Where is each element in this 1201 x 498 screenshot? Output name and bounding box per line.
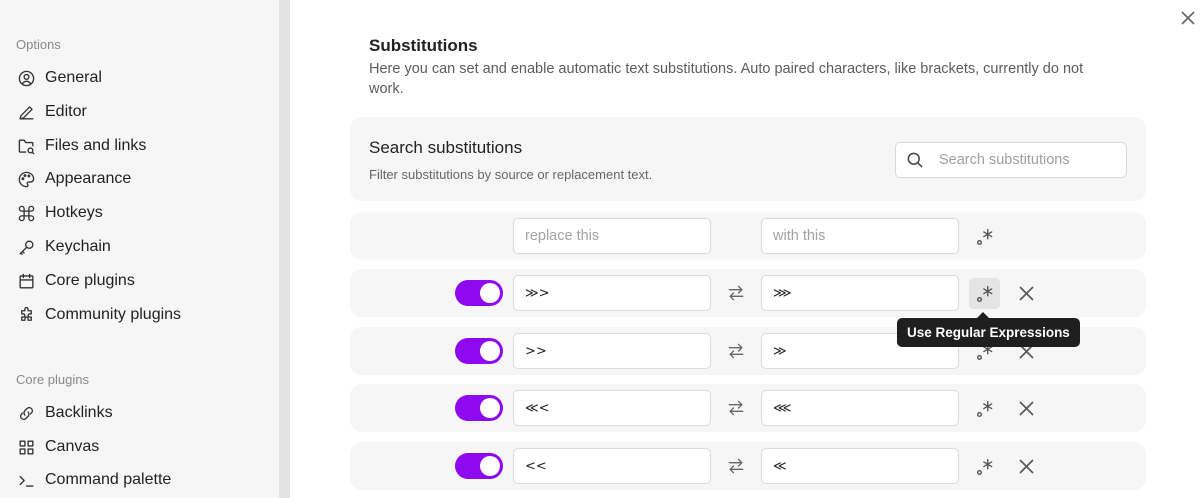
search-icon [905, 149, 927, 171]
enable-toggle[interactable] [455, 453, 503, 479]
sidebar-item-keychain[interactable]: Keychain [16, 233, 266, 261]
source-field[interactable] [513, 390, 711, 426]
sidebar-item-backlinks[interactable]: Backlinks [16, 399, 266, 427]
search-card: Search substitutions Filter substitution… [350, 117, 1146, 201]
sidebar-item-appearance[interactable]: Appearance [16, 165, 266, 193]
swap-icon [725, 340, 747, 362]
new-source-field[interactable] [513, 218, 711, 254]
swap-icon [725, 455, 747, 477]
sidebar: Options General Editor Files and links A… [0, 0, 279, 498]
source-input[interactable] [525, 458, 699, 474]
toggle-knob [480, 398, 500, 418]
source-field[interactable] [513, 448, 711, 484]
page-title: Substitutions [369, 36, 478, 55]
sidebar-item-editor[interactable]: Editor [16, 98, 266, 126]
regex-icon [976, 400, 992, 417]
enable-toggle[interactable] [455, 338, 503, 364]
source-field[interactable] [513, 275, 711, 311]
sidebar-item-hotkeys[interactable]: Hotkeys [16, 199, 266, 227]
close-icon [1018, 285, 1034, 301]
swap-icon [725, 282, 747, 304]
swap-icon [725, 397, 747, 419]
pencil-icon [16, 102, 36, 122]
close-button[interactable] [1178, 8, 1198, 28]
regex-icon [976, 458, 992, 475]
search-title: Search substitutions [369, 138, 523, 157]
remove-button[interactable] [1015, 455, 1037, 477]
sidebar-item-label: Core plugins [45, 272, 135, 289]
substitution-row [350, 442, 1146, 490]
new-target-field[interactable] [761, 218, 959, 254]
substitution-row [350, 384, 1146, 432]
close-icon [1018, 458, 1034, 474]
sidebar-section-options: Options [16, 37, 61, 52]
regex-icon [976, 228, 992, 245]
close-icon [1181, 11, 1195, 25]
puzzle-icon [16, 305, 36, 325]
regex-tooltip: Use Regular Expressions [897, 312, 1080, 347]
target-input[interactable] [773, 285, 947, 301]
search-input[interactable] [939, 152, 1119, 168]
sidebar-item-label: Command palette [45, 471, 172, 488]
remove-button[interactable] [1015, 282, 1037, 304]
sidebar-section-core-plugins: Core plugins [16, 372, 89, 387]
close-icon [1018, 400, 1034, 416]
sidebar-item-label: Keychain [45, 238, 111, 255]
sidebar-item-general[interactable]: General [16, 64, 266, 92]
command-icon [16, 203, 36, 223]
sidebar-item-label: Editor [45, 103, 87, 120]
sidebar-item-core-plugins[interactable]: Core plugins [16, 267, 266, 295]
source-input[interactable] [525, 343, 699, 359]
enable-toggle[interactable] [455, 280, 503, 306]
layout-grid-icon [16, 437, 36, 457]
sidebar-item-label: Community plugins [45, 306, 182, 323]
sidebar-item-label: Hotkeys [45, 204, 103, 221]
target-field[interactable] [761, 390, 959, 426]
new-target-input[interactable] [773, 228, 947, 244]
target-input[interactable] [773, 458, 947, 474]
folder-link-icon [16, 136, 36, 156]
regex-toggle-button[interactable] [969, 221, 1000, 252]
sidebar-item-label: Appearance [45, 170, 132, 187]
sidebar-item-community-plugins[interactable]: Community plugins [16, 301, 266, 329]
sidebar-item-label: Files and links [45, 137, 147, 154]
source-input[interactable] [525, 285, 699, 301]
new-source-input[interactable] [525, 228, 699, 244]
sidebar-item-label: Backlinks [45, 404, 113, 421]
new-substitution-row [350, 212, 1146, 260]
sidebar-item-label: General [45, 69, 102, 86]
substitution-row [350, 269, 1146, 317]
terminal-icon [16, 470, 36, 490]
search-subtitle: Filter substitutions by source or replac… [369, 167, 653, 182]
link-icon [16, 403, 36, 423]
sidebar-item-files-and-links[interactable]: Files and links [16, 132, 266, 160]
sidebar-item-command-palette[interactable]: Command palette [16, 466, 266, 494]
sidebar-divider[interactable] [279, 0, 290, 498]
remove-button[interactable] [1015, 397, 1037, 419]
regex-toggle-button[interactable] [969, 278, 1000, 309]
palette-icon [16, 169, 36, 189]
user-circle-icon [16, 68, 36, 88]
target-field[interactable] [761, 448, 959, 484]
toggle-knob [480, 341, 500, 361]
calendar-icon [16, 271, 36, 291]
sidebar-item-label: Canvas [45, 438, 100, 455]
regex-toggle-button[interactable] [969, 451, 1000, 482]
source-field[interactable] [513, 333, 711, 369]
toggle-knob [480, 283, 500, 303]
enable-toggle[interactable] [455, 395, 503, 421]
key-icon [16, 237, 36, 257]
regex-toggle-button[interactable] [969, 393, 1000, 424]
toggle-knob [480, 456, 500, 476]
regex-icon [976, 285, 992, 302]
page-description: Here you can set and enable automatic te… [369, 61, 1084, 97]
target-input[interactable] [773, 400, 947, 416]
sidebar-item-canvas[interactable]: Canvas [16, 433, 266, 461]
target-field[interactable] [761, 275, 959, 311]
search-box[interactable] [895, 142, 1127, 178]
source-input[interactable] [525, 400, 699, 416]
